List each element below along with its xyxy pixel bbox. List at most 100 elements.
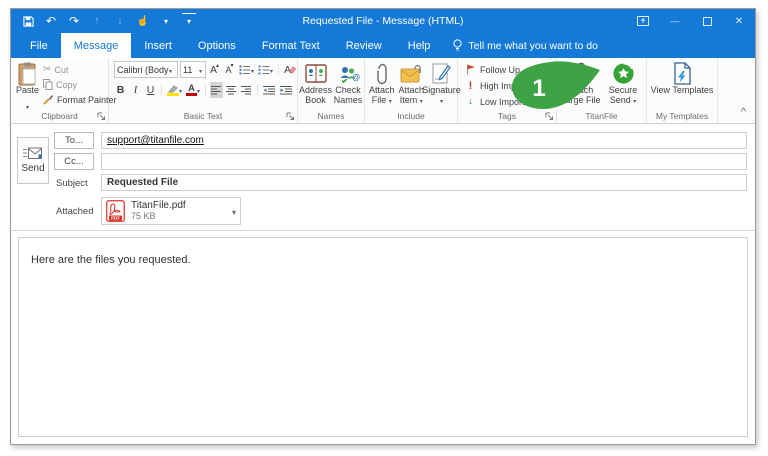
tab-format-text[interactable]: Format Text	[249, 33, 333, 58]
message-body-text: Here are the files you requested.	[31, 254, 191, 266]
tab-options[interactable]: Options	[185, 33, 249, 58]
message-window: Requested File - Message (HTML) File Mes…	[10, 8, 756, 445]
font-size-value: 11	[183, 65, 199, 75]
titanfile-group-label: TitanFile	[557, 111, 646, 121]
clipboard-group-label: Clipboard	[11, 111, 108, 121]
eraser-icon	[289, 65, 296, 74]
title-bar: Requested File - Message (HTML)	[11, 9, 755, 33]
decrease-indent-icon	[263, 86, 276, 95]
numbering-button[interactable]	[257, 62, 274, 78]
paste-button[interactable]: Paste	[16, 60, 39, 114]
basic-text-dialog-launcher[interactable]	[286, 112, 295, 121]
signature-icon	[432, 61, 451, 86]
check-names-button[interactable]: Check Names	[332, 60, 364, 105]
redo-button[interactable]	[67, 13, 81, 29]
secure-send-button[interactable]: Secure Send	[603, 60, 643, 107]
minimize-button[interactable]	[659, 9, 691, 33]
bullets-caret-icon	[251, 64, 254, 76]
align-right-button[interactable]	[240, 82, 253, 98]
decrease-indent-button[interactable]	[262, 82, 277, 98]
close-button[interactable]	[723, 9, 755, 33]
grow-font-button[interactable]: A▴	[208, 62, 221, 78]
copy-button[interactable]: Copy	[43, 77, 117, 92]
clipboard-icon	[18, 61, 37, 86]
font-size-combo[interactable]: 11	[180, 61, 206, 78]
to-field[interactable]: support@titanfile.com	[101, 132, 747, 149]
maximize-button[interactable]	[691, 9, 723, 33]
subject-field[interactable]: Requested File	[101, 174, 747, 191]
bold-button[interactable]: B	[114, 82, 127, 98]
shrink-font-button[interactable]: A▾	[223, 62, 236, 78]
flag-icon	[465, 64, 476, 75]
send-envelope-icon	[23, 147, 43, 160]
address-book-button[interactable]: Address Book	[299, 60, 332, 105]
font-color-button[interactable]: A	[185, 82, 201, 98]
next-item-button[interactable]	[113, 13, 127, 29]
increase-indent-button[interactable]	[279, 82, 294, 98]
tab-insert[interactable]: Insert	[131, 33, 185, 58]
collapse-ribbon-button[interactable]	[741, 106, 746, 118]
group-names: Address Book Check Names Names	[298, 58, 365, 123]
group-basic-text: Calibri (Body) 11 A▴ A▾ A	[109, 58, 298, 123]
highlighter-icon	[167, 85, 179, 96]
tell-me-label: Tell me what you want to do	[468, 40, 598, 52]
ribbon-display-options-icon	[637, 16, 649, 26]
attachment-dropdown-caret-icon[interactable]	[232, 202, 236, 220]
font-name-combo[interactable]: Calibri (Body)	[114, 61, 178, 78]
tab-file[interactable]: File	[17, 33, 61, 58]
signature-button[interactable]: Signature	[426, 60, 457, 107]
compose-header: Send To... support@titanfile.com Cc... S…	[11, 124, 755, 231]
touch-mode-dropdown-caret-icon[interactable]	[159, 13, 173, 29]
attachment-chip[interactable]: PDF TitanFile.pdf 75 KB	[101, 197, 241, 225]
message-body-editor[interactable]: Here are the files you requested.	[18, 237, 748, 437]
send-label: Send	[21, 163, 44, 174]
tell-me-box[interactable]: Tell me what you want to do	[443, 33, 608, 58]
envelope-attach-icon	[400, 61, 422, 86]
highlight-color-button[interactable]	[166, 82, 183, 98]
customize-qat-button[interactable]	[182, 13, 196, 29]
align-center-button[interactable]	[225, 82, 238, 98]
to-button[interactable]: To...	[54, 132, 94, 149]
tab-message[interactable]: Message	[61, 33, 132, 58]
clear-formatting-button[interactable]: A	[283, 62, 297, 78]
ribbon-display-options-button[interactable]	[627, 9, 659, 33]
low-importance-icon	[465, 96, 476, 107]
send-button[interactable]: Send	[17, 137, 49, 184]
signature-label: Signature	[422, 85, 461, 95]
increase-indent-icon	[280, 86, 293, 95]
window-controls	[627, 9, 755, 33]
cut-button[interactable]: Cut	[43, 62, 117, 77]
underline-button[interactable]: U	[144, 82, 157, 98]
save-button[interactable]	[21, 13, 35, 29]
bullets-button[interactable]	[238, 62, 255, 78]
quick-access-toolbar	[11, 13, 196, 29]
view-templates-button[interactable]: View Templates	[648, 60, 716, 96]
format-painter-button[interactable]: Format Painter	[43, 92, 117, 107]
cc-button[interactable]: Cc...	[54, 153, 94, 170]
copy-label: Copy	[56, 80, 77, 90]
attach-file-button[interactable]: Attach File	[367, 60, 397, 107]
signature-caret-icon	[440, 95, 443, 105]
maximize-icon	[703, 17, 712, 26]
clipboard-dialog-launcher[interactable]	[97, 112, 106, 121]
tab-help[interactable]: Help	[395, 33, 444, 58]
undo-button[interactable]	[44, 13, 58, 29]
names-group-label: Names	[298, 111, 364, 121]
grow-caret-icon: ▴	[216, 62, 219, 70]
ribbon: Paste Cut Copy Format Painter	[11, 58, 755, 124]
tags-dialog-launcher[interactable]	[545, 112, 554, 121]
check-names-label: Check Names	[332, 86, 364, 105]
callout-step-1: 1	[508, 56, 603, 110]
tab-review[interactable]: Review	[333, 33, 395, 58]
at-sign-glyph	[352, 67, 360, 85]
pdf-label: PDF	[111, 216, 120, 221]
font-color-bar-icon	[186, 93, 197, 96]
cc-field[interactable]	[101, 153, 747, 170]
touch-mouse-mode-button[interactable]	[136, 13, 150, 29]
align-left-button[interactable]	[210, 82, 223, 98]
address-book-icon	[305, 61, 327, 86]
previous-item-button[interactable]	[90, 13, 104, 29]
italic-button[interactable]: I	[129, 82, 142, 98]
align-right-icon	[241, 86, 252, 95]
ribbon-spacer	[718, 58, 755, 123]
